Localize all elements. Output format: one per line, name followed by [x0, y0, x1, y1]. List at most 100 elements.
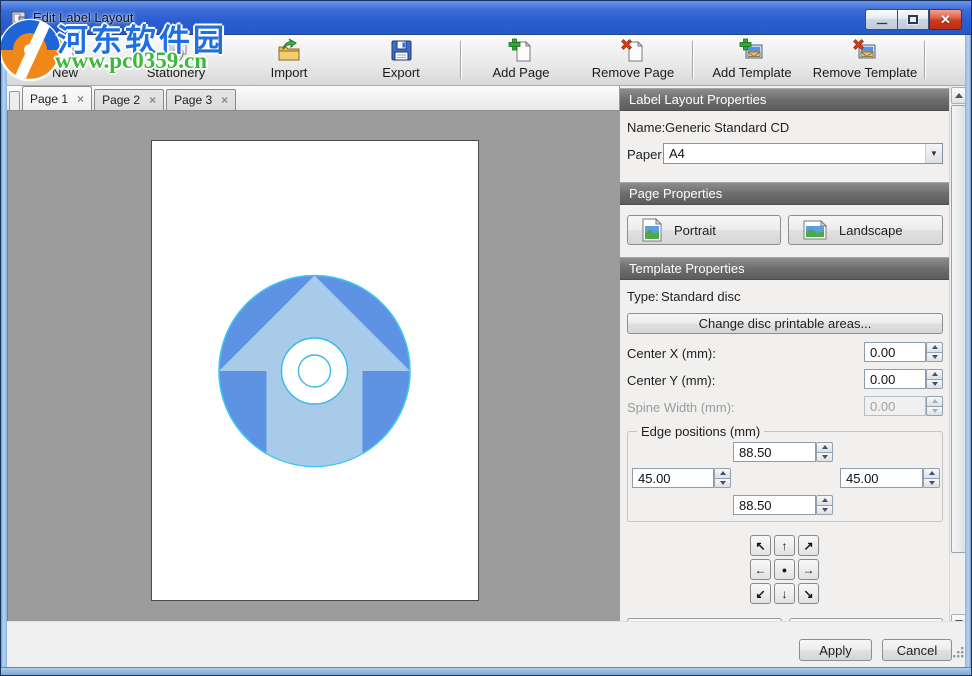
spin-up-button[interactable] — [816, 495, 833, 505]
spine-width-spinner — [926, 396, 943, 416]
center-x-label: Center X (mm): — [627, 346, 716, 361]
disc-preview[interactable] — [152, 141, 478, 600]
page-properties-header: Page Properties — [620, 182, 950, 205]
import-button[interactable]: Import — [244, 38, 334, 80]
edge-left-input[interactable]: 45.00 — [632, 468, 714, 488]
spin-down-button[interactable] — [926, 379, 943, 390]
spin-down-button[interactable] — [714, 478, 731, 489]
nudge-left-button[interactable]: ← — [750, 559, 771, 580]
page-tab-strip: Page 1 × Page 2 × Page 3 × — [7, 86, 619, 111]
paper-label: Paper: — [627, 147, 665, 162]
tab-close-icon[interactable]: × — [149, 94, 156, 106]
edge-bottom-input[interactable]: 88.50 — [733, 495, 816, 515]
nudge-down-left-button[interactable]: ↙ — [750, 583, 771, 604]
toolbar: New Stationery Import — [2, 35, 972, 86]
toolbar-separator — [692, 41, 693, 79]
nudge-up-right-button[interactable]: ↗ — [798, 535, 819, 556]
add-template-button[interactable]: Add Template — [702, 38, 802, 80]
paper-select[interactable]: A4 ▼ — [663, 143, 943, 164]
spin-up-button[interactable] — [714, 468, 731, 478]
disc-hole-circle — [299, 355, 331, 387]
nudge-down-right-button[interactable]: ↘ — [798, 583, 819, 604]
landscape-button[interactable]: Landscape — [788, 215, 943, 245]
type-label: Type: — [627, 289, 659, 304]
stationery-cd-icon — [163, 38, 189, 64]
type-value: Standard disc — [661, 289, 741, 304]
minimize-button[interactable] — [865, 9, 897, 30]
scroll-up-button[interactable] — [951, 87, 966, 104]
edge-left-spinner — [714, 468, 731, 488]
scrollbar-thumb[interactable] — [951, 105, 966, 553]
remove-page-button[interactable]: Remove Page — [578, 38, 688, 80]
chevron-down-icon: ▼ — [930, 149, 938, 158]
tab-close-icon[interactable]: × — [77, 93, 84, 105]
change-printable-areas-label: Change disc printable areas... — [699, 316, 872, 331]
spin-down-button[interactable] — [816, 452, 833, 463]
remove-page-icon — [620, 38, 646, 64]
spine-width-input: 0.00 — [864, 396, 926, 416]
export-label: Export — [382, 65, 420, 80]
apply-button[interactable]: Apply — [799, 639, 872, 661]
tab-strip-spacer — [9, 91, 20, 110]
edge-bottom-spinner — [816, 495, 833, 515]
stationery-button[interactable]: Stationery — [126, 38, 226, 80]
name-label: Name: — [627, 120, 665, 135]
tab-page-2[interactable]: Page 2 × — [94, 89, 164, 110]
stationery-label: Stationery — [147, 65, 206, 80]
remove-page-label: Remove Page — [592, 65, 674, 80]
remove-template-icon — [852, 38, 878, 64]
landscape-icon — [803, 220, 827, 240]
edit-label-layout-window: Edit Label Layout ✕ New — [0, 0, 972, 676]
minimize-icon — [876, 22, 888, 25]
label-layout-properties-header: Label Layout Properties — [620, 88, 950, 111]
spin-up-button[interactable] — [923, 468, 940, 478]
nudge-center-button[interactable]: ● — [774, 559, 795, 580]
add-template-icon — [739, 38, 765, 64]
center-x-spinner — [926, 342, 943, 362]
spin-up-button — [926, 396, 943, 406]
spin-up-button[interactable] — [926, 342, 943, 352]
landscape-label: Landscape — [839, 223, 903, 238]
resize-grip[interactable] — [951, 645, 964, 658]
add-page-button[interactable]: Add Page — [476, 38, 566, 80]
edge-right-input[interactable]: 45.00 — [840, 468, 923, 488]
add-page-icon — [508, 38, 534, 64]
paper-dropdown-button[interactable]: ▼ — [925, 144, 942, 163]
tab-page-1[interactable]: Page 1 × — [22, 86, 92, 110]
center-y-input[interactable]: 0.00 — [864, 369, 926, 389]
center-y-label: Center Y (mm): — [627, 373, 715, 388]
window-border-right — [965, 35, 971, 675]
toolbar-separator — [924, 41, 925, 79]
close-button[interactable]: ✕ — [929, 9, 962, 30]
center-y-spinner — [926, 369, 943, 389]
add-page-label: Add Page — [492, 65, 549, 80]
tab-close-icon[interactable]: × — [221, 94, 228, 106]
apply-label: Apply — [819, 643, 852, 658]
edge-right-spinner — [923, 468, 940, 488]
title-bar[interactable]: Edit Label Layout ✕ — [1, 1, 971, 35]
center-x-input[interactable]: 0.00 — [864, 342, 926, 362]
maximize-button[interactable] — [897, 9, 929, 30]
export-button[interactable]: Export — [356, 38, 446, 80]
template-properties-header: Template Properties — [620, 257, 950, 280]
edge-top-input[interactable]: 88.50 — [733, 442, 816, 462]
nudge-up-button[interactable]: ↑ — [774, 535, 795, 556]
nudge-up-left-button[interactable]: ↖ — [750, 535, 771, 556]
add-template-label: Add Template — [712, 65, 791, 80]
spin-down-button[interactable] — [923, 478, 940, 489]
label-page-preview[interactable] — [151, 140, 479, 601]
spin-down-button[interactable] — [926, 352, 943, 363]
change-printable-areas-button[interactable]: Change disc printable areas... — [627, 313, 943, 334]
spin-up-button[interactable] — [816, 442, 833, 452]
nudge-right-button[interactable]: → — [798, 559, 819, 580]
spin-down-button[interactable] — [816, 505, 833, 516]
spin-up-button[interactable] — [926, 369, 943, 379]
properties-panel: Label Layout Properties Name: Generic St… — [619, 86, 967, 633]
cancel-button[interactable]: Cancel — [882, 639, 952, 661]
new-button[interactable]: New — [25, 38, 105, 80]
nudge-down-button[interactable]: ↓ — [774, 583, 795, 604]
tab-page-3[interactable]: Page 3 × — [166, 89, 236, 110]
tab-label: Page 1 — [30, 92, 68, 106]
portrait-button[interactable]: Portrait — [627, 215, 781, 245]
remove-template-button[interactable]: Remove Template — [807, 38, 923, 80]
